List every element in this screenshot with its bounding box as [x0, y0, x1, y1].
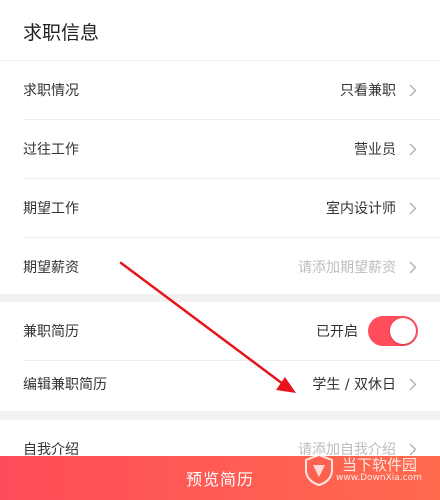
row-job-status[interactable]: 求职情况 只看兼职 [0, 61, 440, 119]
parttime-resume-toggle[interactable] [368, 316, 418, 346]
row-label: 编辑兼职简历 [23, 377, 107, 393]
row-value: 营业员 [354, 142, 396, 158]
row-parttime-resume: 兼职简历 已开启 [0, 302, 440, 360]
chevron-right-icon [406, 260, 420, 274]
job-info-section: 求职情况 只看兼职 过往工作 营业员 期望工作 室内设计师 期望薪资 请添加期望… [0, 61, 440, 294]
row-label: 过往工作 [23, 142, 79, 158]
chevron-right-icon [406, 442, 420, 456]
page-title: 求职信息 [23, 22, 100, 44]
toggle-status-label: 已开启 [316, 324, 358, 340]
chevron-right-icon [406, 201, 420, 215]
row-self-intro[interactable]: 自我介绍 请添加自我介绍 [0, 420, 440, 456]
row-past-work[interactable]: 过往工作 营业员 [0, 120, 440, 178]
row-expected-work[interactable]: 期望工作 室内设计师 [0, 179, 440, 237]
row-label: 求职情况 [23, 83, 79, 99]
chevron-right-icon [406, 142, 420, 156]
preview-resume-button[interactable]: 预览简历 [0, 456, 440, 500]
row-value: 学生 / 双休日 [312, 377, 396, 393]
row-edit-parttime-resume[interactable]: 编辑兼职简历 学生 / 双休日 [0, 357, 440, 411]
row-value: 只看兼职 [340, 83, 396, 99]
row-label: 期望工作 [23, 201, 79, 217]
chevron-right-icon [406, 83, 420, 97]
row-value-placeholder: 请添加期望薪资 [298, 260, 396, 276]
parttime-section: 兼职简历 已开启 编辑兼职简历 学生 / 双休日 [0, 302, 440, 411]
row-value-placeholder: 请添加自我介绍 [298, 442, 396, 456]
row-value: 室内设计师 [326, 201, 396, 217]
preview-resume-label: 预览简历 [185, 470, 254, 489]
toggle-knob [390, 318, 416, 344]
row-label: 期望薪资 [23, 260, 79, 276]
row-label: 自我介绍 [23, 442, 79, 456]
intro-section: 自我介绍 请添加自我介绍 [0, 420, 440, 456]
chevron-right-icon [406, 377, 420, 391]
page-header: 求职信息 [0, 0, 440, 60]
row-label: 兼职简历 [23, 324, 79, 340]
row-expected-salary[interactable]: 期望薪资 请添加期望薪资 [0, 238, 440, 296]
